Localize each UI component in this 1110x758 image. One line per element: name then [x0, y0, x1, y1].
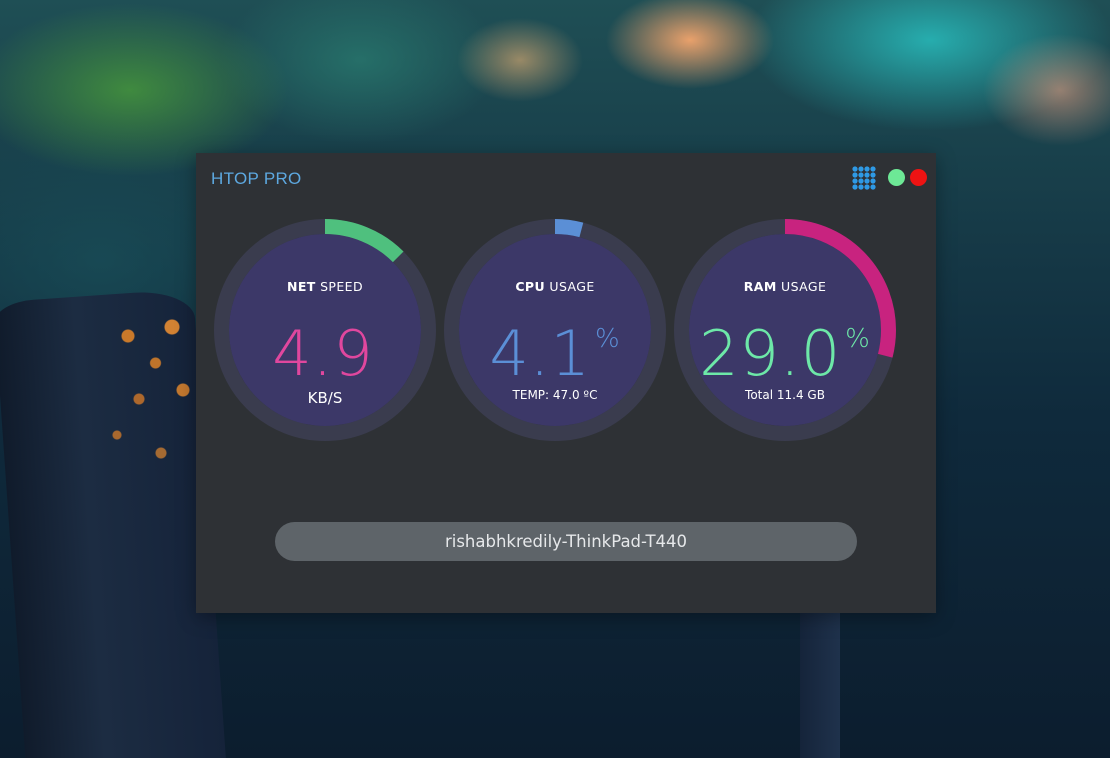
- ram-label-rest: USAGE: [776, 279, 827, 294]
- cpu-label-bold: CPU: [515, 279, 546, 294]
- net-value-number: 4.9: [272, 317, 374, 390]
- net-speed-value: 4.9: [214, 303, 436, 390]
- cpu-usage-gauge: CPU USAGE 4.1% TEMP: 47.0 ºC: [444, 219, 666, 441]
- net-speed-unit-label: KB/S: [307, 389, 343, 407]
- cpu-value-number: 4.1: [489, 317, 591, 390]
- hostname-bar: rishabhkredily-ThinkPad-T440: [275, 522, 857, 561]
- cpu-usage-label: CPU USAGE: [444, 279, 666, 294]
- net-label-rest: SPEED: [315, 279, 363, 294]
- cpu-usage-value: 4.1%: [444, 303, 666, 390]
- close-button[interactable]: [910, 169, 927, 186]
- net-speed-gauge: NET SPEED 4.9 KB/S: [214, 219, 436, 441]
- net-label-bold: NET: [286, 279, 316, 294]
- minimize-button[interactable]: [888, 169, 905, 186]
- desktop-wallpaper: HTOP PRO NET SPEED 4.9 KB/S CPU USAGE 4.…: [0, 0, 1110, 758]
- ram-total: Total 11.4 GB: [745, 388, 825, 402]
- moss-texture: [95, 300, 205, 480]
- ram-value-unit: %: [845, 324, 871, 354]
- ram-usage-value: 29.0%: [674, 303, 896, 390]
- cpu-label-rest: USAGE: [545, 279, 595, 294]
- ram-value-number: 29.0: [699, 317, 842, 390]
- cpu-temperature: TEMP: 47.0 ºC: [512, 388, 598, 402]
- ram-usage-gauge: RAM USAGE 29.0% Total 11.4 GB: [674, 219, 896, 441]
- net-speed-label: NET SPEED: [214, 279, 436, 294]
- cpu-value-unit: %: [594, 324, 621, 354]
- htop-pro-window: HTOP PRO NET SPEED 4.9 KB/S CPU USAGE 4.…: [196, 153, 936, 613]
- grid-menu-icon[interactable]: [851, 165, 877, 191]
- ram-usage-label: RAM USAGE: [674, 279, 896, 294]
- window-title: HTOP PRO: [211, 169, 302, 188]
- ram-label-bold: RAM: [743, 279, 777, 294]
